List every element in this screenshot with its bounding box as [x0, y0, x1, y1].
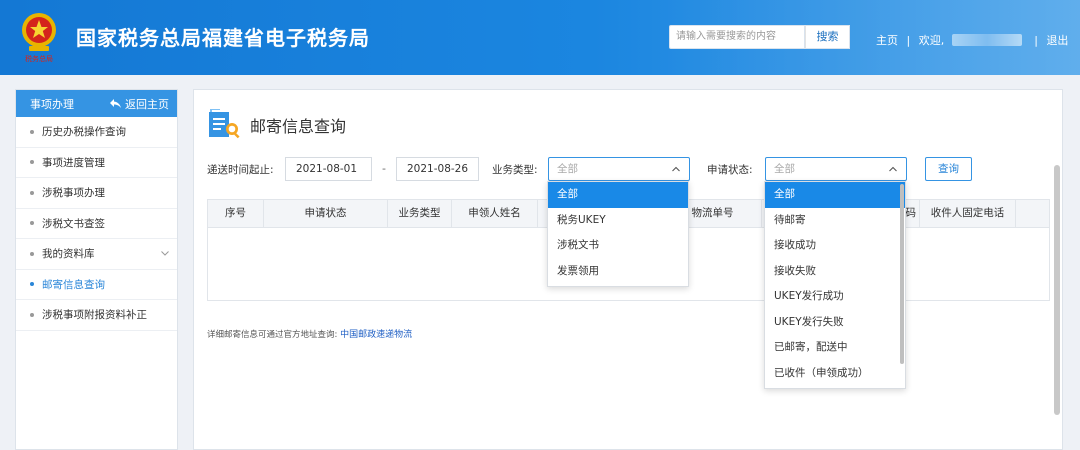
- status-option[interactable]: UKEY发行失败: [765, 310, 905, 336]
- sidebar: 事项办理 返回主页 历史办税操作查询 事项进度管理 涉税事项办理 涉税文书查签 …: [15, 89, 178, 450]
- svg-text:税务总局: 税务总局: [25, 54, 53, 63]
- separator: |: [1034, 33, 1038, 47]
- separator: |: [906, 33, 911, 47]
- tax-emblem-icon: 税务总局: [22, 13, 56, 63]
- sidebar-item-label: 邮寄信息查询: [42, 278, 105, 291]
- sidebar-item-history[interactable]: 历史办税操作查询: [16, 117, 177, 148]
- back-home-label: 返回主页: [125, 97, 169, 111]
- column-header: 业务类型: [388, 200, 452, 227]
- column-header: 收件人固定电话: [920, 200, 1016, 227]
- top-links: 主页 | 欢迎, | 退出: [876, 32, 1068, 48]
- sidebar-item-label: 涉税事项附报资料补正: [42, 309, 147, 322]
- sidebar-item-label: 涉税文书查签: [42, 217, 105, 230]
- search-button[interactable]: 搜索: [805, 25, 850, 49]
- search-input[interactable]: 请输入需要搜索的内容: [669, 25, 805, 49]
- status-option[interactable]: 已收件（申领成功）: [765, 361, 905, 387]
- date-to-input[interactable]: 2021-08-26: [396, 157, 479, 181]
- sidebar-header: 事项办理 返回主页: [16, 90, 177, 117]
- status-select[interactable]: 全部: [765, 157, 907, 181]
- sidebar-item-label: 事项进度管理: [42, 156, 105, 169]
- bullet-icon: [30, 282, 34, 287]
- bullet-icon: [30, 312, 34, 317]
- date-range-label: 递送时间起止:: [207, 164, 274, 176]
- status-option[interactable]: UKEY发行成功: [765, 284, 905, 310]
- status-option[interactable]: 全部: [765, 182, 905, 208]
- dropdown-scrollbar[interactable]: [900, 184, 904, 364]
- sidebar-item-supplement[interactable]: 涉税事项附报资料补正: [16, 300, 177, 331]
- status-option[interactable]: 待邮寄: [765, 208, 905, 234]
- status-option[interactable]: 接收成功: [765, 233, 905, 259]
- biz-type-dropdown: 全部 税务UKEY 涉税文书 发票领用: [547, 181, 689, 287]
- biz-type-label: 业务类型:: [492, 164, 538, 176]
- biz-type-option[interactable]: 全部: [548, 182, 688, 208]
- back-home-link[interactable]: 返回主页: [110, 96, 169, 112]
- mail-query-note: 详细邮寄信息可通过官方地址查询: 中国邮政速递物流: [207, 327, 412, 340]
- date-from-input[interactable]: 2021-08-01: [285, 157, 372, 181]
- sidebar-item-label: 我的资料库: [42, 248, 95, 261]
- bullet-icon: [30, 221, 34, 226]
- site-header: 税务总局 国家税务总局福建省电子税务局 请输入需要搜索的内容 搜索 主页 | 欢…: [0, 0, 1080, 75]
- chevron-up-icon: [672, 166, 680, 172]
- sidebar-section-title: 事项办理: [30, 97, 74, 111]
- query-button[interactable]: 查询: [925, 157, 972, 181]
- biz-type-value: 全部: [557, 163, 578, 175]
- column-header: 申请状态: [264, 200, 388, 227]
- biz-type-option[interactable]: 税务UKEY: [548, 208, 688, 234]
- status-value: 全部: [774, 163, 795, 175]
- biz-type-option[interactable]: 发票领用: [548, 259, 688, 285]
- biz-type-option[interactable]: 涉税文书: [548, 233, 688, 259]
- chevron-up-icon: [889, 166, 897, 172]
- bullet-icon: [30, 129, 34, 134]
- chevron-down-icon: [161, 251, 169, 256]
- sidebar-item-documents[interactable]: 涉税文书查签: [16, 209, 177, 239]
- note-text: 详细邮寄信息可通过官方地址查询:: [207, 330, 338, 340]
- status-label: 申请状态:: [707, 164, 753, 176]
- welcome-text: 欢迎,: [918, 34, 945, 47]
- ems-link[interactable]: 中国邮政速递物流: [340, 330, 412, 340]
- sidebar-item-tax-matters[interactable]: 涉税事项办理: [16, 178, 177, 209]
- sidebar-item-mail-query[interactable]: 邮寄信息查询: [16, 270, 177, 300]
- status-dropdown: 全部 待邮寄 接收成功 接收失败 UKEY发行成功 UKEY发行失败 已邮寄，配…: [764, 181, 906, 389]
- username-redacted: [951, 34, 1022, 46]
- column-header: 序号: [208, 200, 264, 227]
- column-header: 申领人姓名: [452, 200, 538, 227]
- page-scrollbar[interactable]: [1054, 165, 1060, 415]
- home-link[interactable]: 主页: [876, 32, 898, 48]
- page-title: 邮寄信息查询: [250, 117, 347, 136]
- sidebar-item-label: 历史办税操作查询: [42, 126, 126, 139]
- bullet-icon: [30, 251, 34, 256]
- sidebar-item-my-library[interactable]: 我的资料库: [16, 239, 177, 270]
- status-option[interactable]: 接收失败: [765, 259, 905, 285]
- mail-query-icon: [209, 109, 240, 139]
- bullet-icon: [30, 160, 34, 165]
- status-option[interactable]: 已邮寄，配送中: [765, 335, 905, 361]
- site-title: 国家税务总局福建省电子税务局: [76, 26, 370, 50]
- logout-link[interactable]: 退出: [1046, 32, 1068, 48]
- sidebar-item-label: 涉税事项办理: [42, 187, 105, 200]
- date-separator: -: [382, 162, 386, 175]
- sidebar-item-progress[interactable]: 事项进度管理: [16, 148, 177, 178]
- bullet-icon: [30, 190, 34, 195]
- back-arrow-icon: [110, 99, 121, 108]
- biz-type-select[interactable]: 全部: [548, 157, 690, 181]
